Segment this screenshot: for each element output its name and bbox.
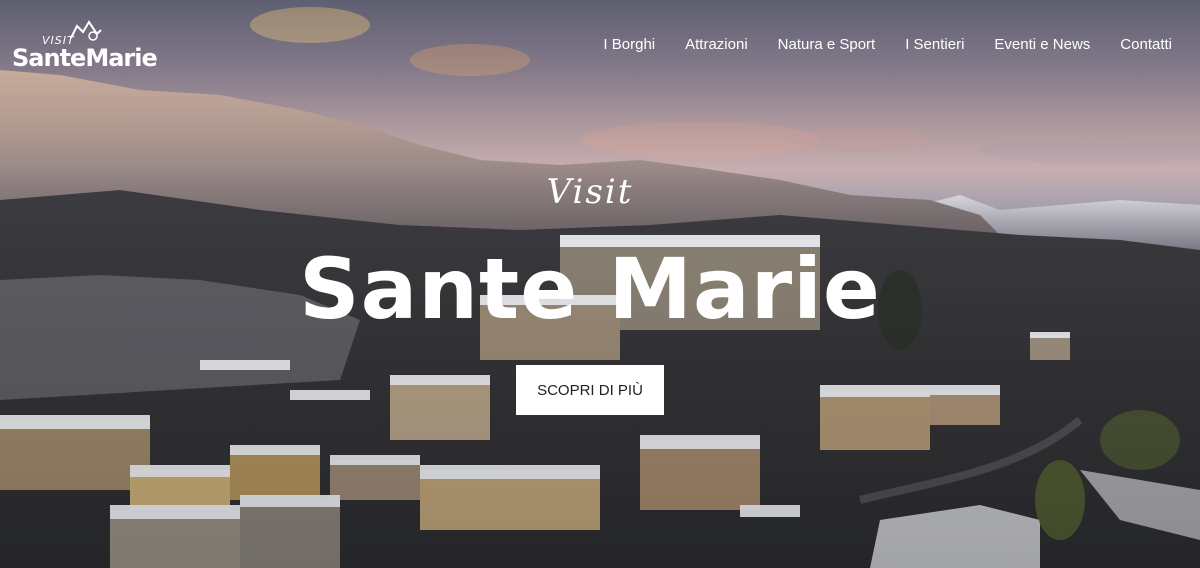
nav-item-sentieri[interactable]: I Sentieri	[905, 36, 964, 53]
site-header: VISIT SanteMarie I Borghi Attrazioni Nat…	[0, 0, 1200, 90]
nav-item-eventi-news[interactable]: Eventi e News	[994, 36, 1090, 53]
hero-section: VISIT SanteMarie I Borghi Attrazioni Nat…	[0, 0, 1200, 568]
hero-title: Sante Marie	[299, 240, 881, 338]
hero-kicker: Visit	[546, 172, 634, 212]
main-nav: I Borghi Attrazioni Natura e Sport I Sen…	[573, 36, 1172, 53]
nav-item-borghi[interactable]: I Borghi	[603, 36, 655, 53]
nav-item-contatti[interactable]: Contatti	[1120, 36, 1172, 53]
site-logo[interactable]: VISIT SanteMarie	[12, 18, 162, 76]
discover-more-button[interactable]: SCOPRI DI PIÙ	[516, 365, 664, 415]
nav-item-natura-sport[interactable]: Natura e Sport	[778, 36, 876, 53]
nav-item-attrazioni[interactable]: Attrazioni	[685, 36, 748, 53]
logo-brand-name: SanteMarie	[12, 44, 158, 72]
